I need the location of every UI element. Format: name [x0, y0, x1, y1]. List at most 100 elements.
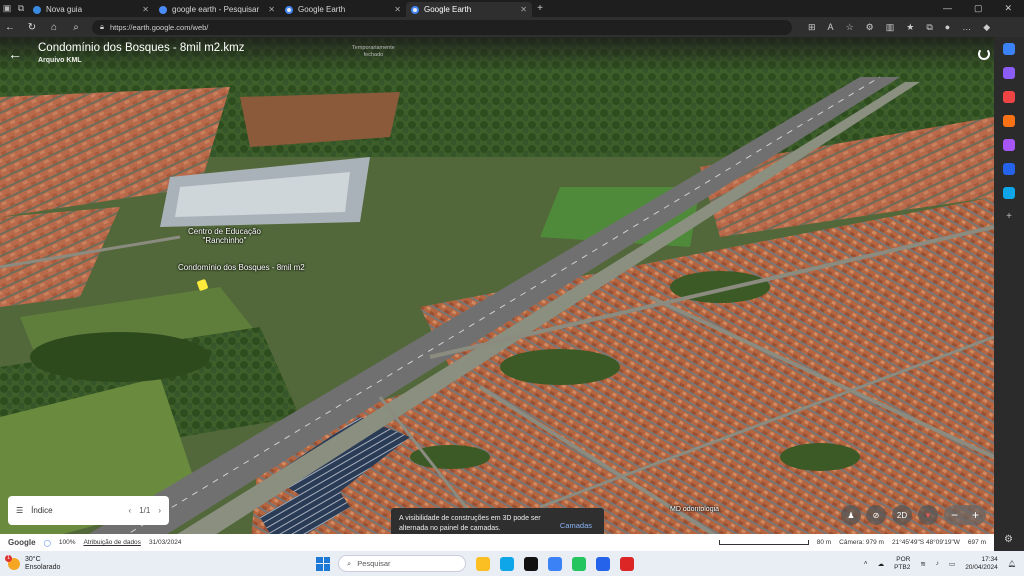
google-earth-viewport[interactable]: ← Condomínio dos Bosques - 8mil m2.kmz A… — [0, 37, 994, 551]
extensions-icon[interactable]: ⚙ — [866, 22, 874, 33]
edge-taskbar-icon[interactable] — [500, 556, 514, 571]
search-sidebar-icon[interactable] — [1003, 67, 1015, 79]
google-earth-icon — [285, 5, 293, 14]
browser-tab-strip: ▣ ⧉ Nova guia ✕ google earth - Pesquisar… — [0, 0, 1024, 17]
split-screen-icon[interactable]: ▥ — [886, 22, 895, 33]
profile-icon[interactable]: ● — [945, 22, 950, 33]
edge-sidebar: + — [994, 37, 1024, 551]
bing-icon — [159, 5, 167, 14]
add-sidebar-icon[interactable]: + — [1006, 211, 1012, 222]
address-bar[interactable]: 🔒︎ https://earth.google.com/web/ — [92, 19, 792, 35]
dell-icon[interactable] — [524, 556, 538, 571]
zoom-in-icon[interactable]: + — [972, 508, 979, 522]
project-title: Condomínio dos Bosques - 8mil m2.kmz — [38, 42, 245, 54]
word-icon[interactable] — [596, 556, 610, 571]
close-tab-icon[interactable]: ✕ — [268, 5, 275, 14]
tab-actions-icon[interactable]: ⧉ — [14, 2, 28, 16]
collections-icon[interactable]: ⧉ — [926, 22, 932, 33]
address-toolbar: ← ↻ ⌂ ⌕ 🔒︎ https://earth.google.com/web/… — [0, 17, 1024, 37]
weather-widget[interactable]: 1 30°C Ensolarado — [0, 554, 300, 572]
tab-nova-guia[interactable]: Nova guia ✕ — [28, 2, 154, 17]
earth-status-bar: Google ◯ 100% Atribuição de dados 31/03/… — [0, 534, 994, 551]
start-icon[interactable] — [316, 556, 330, 571]
toggle-2d-button[interactable]: 2D — [892, 505, 912, 525]
file-explorer-icon[interactable] — [476, 556, 490, 571]
globe-icon: ◯ — [43, 539, 51, 547]
system-clock[interactable]: 17:34 20/04/2024 — [965, 556, 998, 572]
shopping-icon[interactable] — [1003, 91, 1015, 103]
taskbar-search[interactable]: ⌕ Pesquisar — [338, 555, 466, 572]
home-icon[interactable]: ⌂ — [48, 22, 60, 33]
excel-icon[interactable] — [572, 556, 586, 571]
hide-buildings-icon[interactable]: ⊘ — [866, 505, 886, 525]
scale-label: 80 m — [816, 539, 832, 546]
zoom-out-icon[interactable]: − — [951, 508, 958, 522]
satellite-imagery[interactable] — [0, 37, 994, 551]
new-tab-button[interactable]: + — [532, 3, 548, 14]
list-icon: ☰ — [16, 506, 24, 515]
app-icon[interactable] — [620, 556, 634, 571]
close-tab-icon[interactable]: ✕ — [394, 5, 401, 14]
minimize-icon[interactable]: — — [943, 3, 952, 14]
scale-bar — [718, 540, 809, 545]
toast-text: A visibilidade de construções em 3D pode… — [399, 515, 541, 532]
place-label-school[interactable]: Centro de Educação "Ranchinho" — [188, 227, 261, 245]
refresh-icon[interactable]: ↻ — [26, 22, 38, 33]
imagery-date: 31/03/2024 — [148, 539, 182, 546]
google-logo: Google — [8, 538, 36, 547]
outlook-icon[interactable] — [1003, 163, 1015, 175]
wifi-icon[interactable]: ≋ — [920, 560, 925, 568]
back-icon[interactable]: ← — [4, 22, 16, 33]
grid-icon[interactable]: ⊞ — [808, 22, 816, 33]
exit-icon[interactable] — [978, 48, 990, 60]
prev-page-icon[interactable]: ‹ — [129, 506, 132, 515]
next-page-icon[interactable]: › — [158, 506, 161, 515]
read-aloud-icon[interactable]: A — [828, 22, 834, 33]
index-panel[interactable]: ☰ Índice ‹ 1/1 › — [8, 496, 169, 525]
games-icon[interactable] — [1003, 139, 1015, 151]
sun-icon: 1 — [5, 554, 20, 570]
camera-altitude: Câmera: 979 m — [839, 539, 884, 546]
windows-taskbar: 1 30°C Ensolarado ⌕ Pesquisar ˄ ☁ POR PT… — [0, 551, 1024, 576]
zoom-level: 100% — [58, 539, 76, 546]
cloud-icon[interactable]: ☁ — [878, 560, 885, 568]
search-icon[interactable]: ⌕ — [70, 22, 82, 33]
copilot-icon[interactable]: ◆ — [983, 22, 990, 33]
more-icon[interactable]: … — [962, 22, 971, 33]
lock-icon: 🔒︎ — [100, 22, 104, 31]
tab-google-earth-2[interactable]: Google Earth ✕ — [406, 2, 532, 17]
workspaces-icon[interactable]: ▣ — [0, 2, 14, 16]
copilot-sidebar-icon[interactable] — [1003, 43, 1015, 55]
index-page: 1/1 — [139, 506, 151, 515]
tools-icon[interactable] — [1003, 115, 1015, 127]
close-tab-icon[interactable]: ✕ — [142, 5, 149, 14]
tab-bing-search[interactable]: google earth - Pesquisar ✕ — [154, 2, 280, 17]
favorite-star-icon[interactable]: ☆ — [846, 22, 854, 33]
coordinates: 21°45'49"S 48°09'19"W — [891, 539, 960, 546]
close-tab-icon[interactable]: ✕ — [520, 5, 527, 14]
zoom-controls: − + — [944, 505, 986, 525]
google-earth-icon — [411, 5, 419, 14]
favorites-icon[interactable]: ★ — [906, 22, 914, 33]
sidebar-settings-icon[interactable]: ⚙ — [1004, 534, 1013, 545]
send-icon[interactable] — [1003, 187, 1015, 199]
maximize-icon[interactable]: ▢ — [974, 3, 983, 14]
search-icon: ⌕ — [347, 558, 352, 568]
close-window-icon[interactable]: ✕ — [1004, 3, 1012, 14]
poi-label-dentist[interactable]: MD odontologia — [670, 505, 719, 514]
notification-bell-icon[interactable]: 🔔︎ — [1008, 560, 1016, 568]
edge-icon — [33, 5, 41, 14]
tray-chevron-icon[interactable]: ˄ — [864, 560, 868, 567]
volume-icon[interactable]: ♪ — [936, 560, 939, 567]
back-arrow-icon[interactable]: ← — [8, 46, 22, 62]
pin-label[interactable]: Condomínio dos Bosques - 8mil m2 — [178, 263, 305, 272]
layers-button[interactable]: Camadas — [560, 521, 592, 531]
pegman-icon[interactable]: ♟ — [841, 505, 861, 525]
battery-icon[interactable]: ▭ — [949, 560, 955, 568]
language-indicator[interactable]: POR PTB2 — [894, 556, 910, 572]
store-icon[interactable] — [548, 556, 562, 571]
compass-icon[interactable]: ▼ — [918, 505, 938, 525]
tab-google-earth-1[interactable]: Google Earth ✕ — [280, 2, 406, 17]
index-label: Índice — [31, 506, 53, 515]
attribution-link[interactable]: Atribuição de dados — [83, 539, 140, 546]
